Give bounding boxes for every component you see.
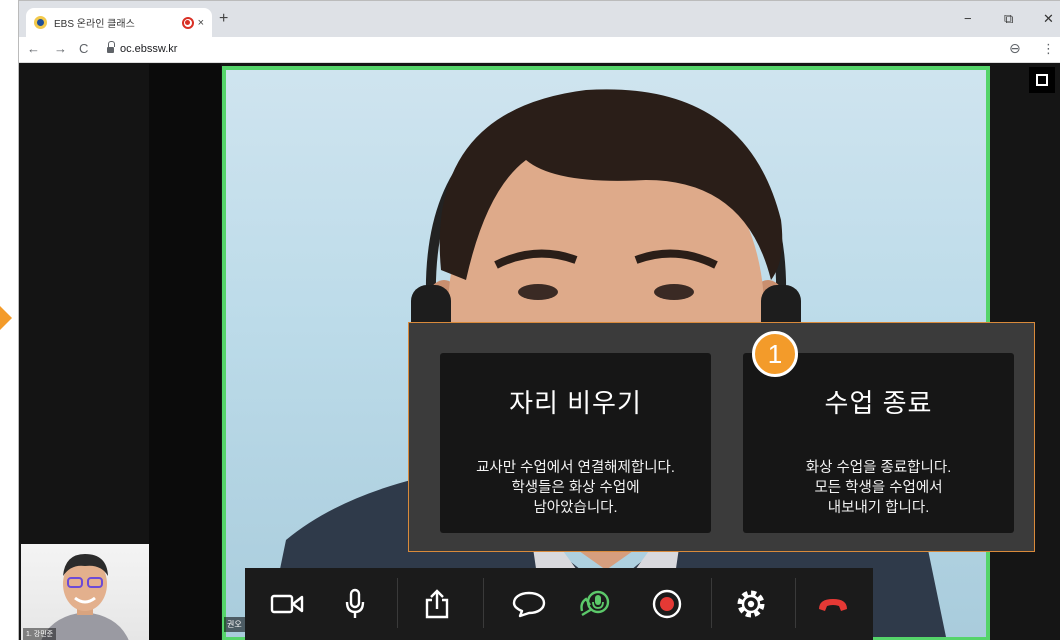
step-badge: 1 — [752, 331, 798, 377]
end-class-option[interactable]: 수업 종료 화상 수업을 종료합니다. 모든 학생을 수업에서 내보내기 합니다… — [743, 353, 1014, 533]
profile-icon[interactable]: ⊖ — [1009, 40, 1021, 57]
camera-icon — [270, 594, 304, 614]
hangup-button[interactable] — [811, 582, 855, 626]
fullscreen-button[interactable] — [1029, 67, 1055, 93]
record-button[interactable] — [645, 582, 689, 626]
browser-window: EBS 온라인 클래스 × + − ⧉ ✕ ← → C oc.ebssw.kr … — [18, 0, 1060, 640]
control-bar — [245, 568, 873, 640]
address-bar[interactable]: oc.ebssw.kr — [120, 43, 177, 55]
record-icon — [652, 589, 682, 619]
divider — [711, 578, 712, 628]
forward-button[interactable]: → — [54, 41, 67, 56]
divider — [483, 578, 484, 628]
video-gutter — [149, 64, 221, 640]
participant-image — [41, 554, 129, 640]
reload-button[interactable]: C — [79, 41, 88, 56]
main-participant-label: 권오 — [224, 617, 245, 632]
share-button[interactable] — [415, 582, 459, 626]
share-icon — [425, 589, 449, 619]
microphone-button[interactable] — [333, 582, 377, 626]
tab-title: EBS 온라인 클래스 — [54, 19, 135, 30]
window-close-button[interactable]: ✕ — [1043, 11, 1054, 27]
new-tab-button[interactable]: + — [219, 10, 228, 28]
callout-arrow — [0, 306, 12, 330]
participant-thumbnail[interactable]: 1. 강민준 — [21, 544, 149, 640]
mic-permission-button[interactable] — [573, 582, 617, 626]
chat-icon — [512, 591, 546, 618]
end-class-dialog: 자리 비우기 교사만 수업에서 연결해제합니다. 학생들은 화상 수업에 남아았… — [408, 322, 1035, 552]
minimize-button[interactable]: − — [964, 11, 972, 26]
lock-icon — [107, 41, 115, 54]
microphone-icon — [345, 588, 365, 618]
end-class-title: 수업 종료 — [824, 388, 933, 418]
ebs-favicon-icon — [34, 16, 47, 29]
divider — [795, 578, 796, 628]
browser-tab[interactable]: EBS 온라인 클래스 × — [26, 8, 212, 37]
tab-bar: EBS 온라인 클래스 × + − ⧉ ✕ — [19, 1, 1060, 37]
back-button[interactable]: ← — [27, 41, 40, 56]
browser-menu-button[interactable]: ⋮ — [1042, 41, 1055, 57]
camera-button[interactable] — [265, 582, 309, 626]
settings-button[interactable] — [729, 582, 773, 626]
leave-seat-description: 교사만 수업에서 연결해제합니다. 학생들은 화상 수업에 남아았습니다. — [476, 460, 675, 516]
chat-button[interactable] — [507, 582, 551, 626]
browser-toolbar: ← → C oc.ebssw.kr ⊖ ⋮ — [19, 37, 1060, 63]
end-class-description: 화상 수업을 종료합니다. 모든 학생을 수업에서 내보내기 합니다. — [805, 460, 952, 516]
thumbnail-participant-label: 1. 강민준 — [23, 628, 57, 640]
hangup-icon — [819, 599, 847, 611]
settings-icon — [737, 590, 765, 618]
fullscreen-icon — [1036, 74, 1048, 86]
restore-button[interactable]: ⧉ — [1004, 11, 1013, 27]
divider — [397, 578, 398, 628]
leave-seat-option[interactable]: 자리 비우기 교사만 수업에서 연결해제합니다. 학생들은 화상 수업에 남아았… — [440, 353, 711, 533]
mic-permission-icon — [580, 590, 610, 617]
tab-close-button[interactable]: × — [198, 17, 204, 29]
recording-indicator-icon — [181, 16, 194, 29]
leave-seat-title: 자리 비우기 — [509, 388, 642, 418]
video-conference-page: 1. 강민준 권오 자리 비우기 교사만 수업에서 연결해제합니다. 학생들은 … — [19, 64, 1060, 640]
